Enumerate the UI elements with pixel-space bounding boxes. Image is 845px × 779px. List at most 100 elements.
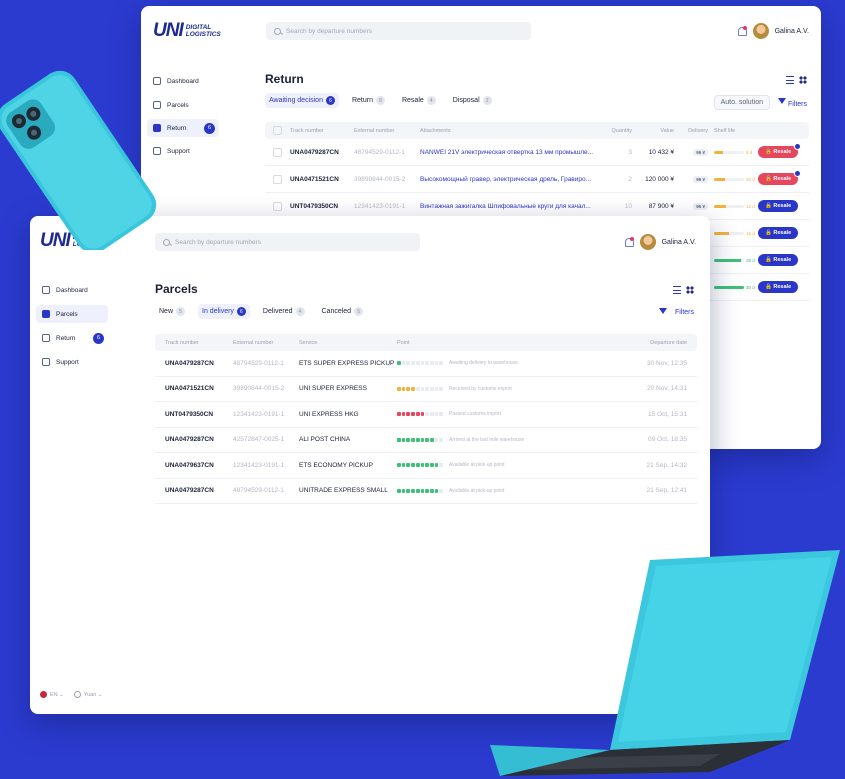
- tab-count: 6: [236, 307, 246, 316]
- user-menu[interactable]: Galina A.V.: [737, 23, 809, 39]
- view-toggle[interactable]: [673, 286, 694, 294]
- external-number: 42572847-0025-1: [233, 436, 285, 444]
- table-row[interactable]: UNA0479287CN 48794529-0112-1 UNITRADE EXPR…: [155, 479, 697, 504]
- resale-button[interactable]: 🔒 Resale: [758, 227, 799, 239]
- track-number[interactable]: UNA0471521CN: [165, 385, 233, 392]
- shelf-life: 12 d: [708, 204, 758, 209]
- track-number[interactable]: UNA0479287CN: [165, 436, 233, 443]
- tab-in-delivery[interactable]: In delivery 6: [198, 304, 250, 319]
- search-input[interactable]: Search by departure numbers: [155, 233, 420, 251]
- list-view-icon[interactable]: [786, 76, 794, 84]
- track-number[interactable]: UNA0479287CN: [165, 360, 233, 367]
- sidebar-item-dashboard[interactable]: Dashboard: [36, 281, 108, 299]
- phone-illustration: [0, 70, 157, 250]
- page-title: Return: [265, 72, 304, 86]
- return-icon: [42, 334, 50, 342]
- delivery-cost: 95 ¥: [693, 202, 708, 210]
- tab-canceled[interactable]: Canceled 5: [318, 304, 368, 319]
- quantity: 10: [624, 202, 632, 210]
- resale-button[interactable]: 🔒 Resale: [758, 254, 799, 266]
- table-row[interactable]: UNA0479287CN 48794529-0112-1 NANWEI 21V эл…: [265, 139, 809, 166]
- track-number[interactable]: UNA0479287CN: [165, 487, 233, 494]
- table-row[interactable]: UNA0471521CN 39890844-0015-2 UNI SUPER EXP…: [155, 377, 697, 402]
- service: UNITRADE EXPRESS SMALL: [299, 487, 388, 495]
- sidebar-item-return[interactable]: Return 6: [36, 329, 108, 347]
- currency-selector[interactable]: Yuan ⌄: [73, 691, 102, 698]
- track-number[interactable]: UNA0479637CN: [165, 462, 233, 469]
- grid-view-icon[interactable]: [799, 76, 807, 84]
- tab-return[interactable]: Return 8: [348, 93, 389, 108]
- tab-resale[interactable]: Resale 4: [398, 93, 440, 108]
- table-row[interactable]: UNA0479287CN 48794529-0112-1 ETS SUPER EXP…: [155, 351, 697, 377]
- track-number[interactable]: UNT0479350CN: [165, 411, 233, 418]
- table-row[interactable]: UNA0471521CN 39890844-0015-2 Высокомощный …: [265, 166, 809, 193]
- select-all-checkbox[interactable]: [273, 126, 282, 135]
- point-status: Passed customs import: [397, 411, 597, 417]
- attachments[interactable]: Винтажная зажигалка Шлифовальные круги д…: [420, 203, 602, 210]
- table-header: Track number External number Service Poi…: [155, 334, 697, 351]
- sidebar-item-support[interactable]: Support: [36, 353, 108, 371]
- track-number[interactable]: UNA0471521CN: [290, 176, 354, 183]
- row-checkbox[interactable]: [273, 174, 282, 184]
- external-number: 39890844-0015-2: [233, 385, 285, 393]
- notification-icon[interactable]: [624, 237, 634, 247]
- tab-label: Canceled: [321, 308, 352, 315]
- row-checkbox[interactable]: [273, 201, 282, 211]
- tab-count: 4: [295, 307, 305, 316]
- language-selector[interactable]: EN ⌄: [40, 691, 64, 698]
- service: ETS ECONOMY PICKUP: [299, 461, 373, 469]
- attachments[interactable]: Высокомощный гравер, электрическая дрель…: [420, 176, 602, 183]
- row-checkbox[interactable]: [273, 147, 282, 157]
- notification-dot: [794, 170, 802, 177]
- quantity: 3: [628, 148, 632, 156]
- logo[interactable]: UNI DIGITALLOGISTICS: [153, 20, 221, 42]
- table-row[interactable]: UNA0479287CN 42572847-0025-1 ALI POST CHIN…: [155, 428, 697, 453]
- filters-button[interactable]: Filters: [777, 97, 807, 108]
- quantity: 2: [628, 175, 632, 183]
- progress-bar: [397, 386, 444, 391]
- table-header: Track number External number Attachments…: [265, 122, 809, 139]
- shelf-life: 15 d: [708, 231, 758, 236]
- external-number: 48794529-0112-1: [233, 487, 284, 495]
- grid-view-icon[interactable]: [686, 286, 694, 294]
- resale-button[interactable]: 🔒 Resale: [758, 170, 802, 185]
- filters-label: Filters: [787, 100, 807, 108]
- tab-disposal[interactable]: Disposal 2: [449, 93, 496, 108]
- sidebar-item-parcels[interactable]: Parcels: [36, 305, 108, 323]
- parcels-tabs: New 5 In delivery 6 Delivered 4 Canceled…: [155, 304, 367, 319]
- service: ALI POST CHINA: [299, 436, 351, 444]
- table-row[interactable]: UNA0479637CN 12341423-0191-1 ETS ECONOMY P…: [155, 453, 697, 479]
- departure-date: 15 Oct, 15:31: [647, 410, 687, 418]
- avatar[interactable]: [752, 23, 769, 39]
- resale-button[interactable]: 🔒 Resale: [758, 281, 799, 293]
- tab-delivered[interactable]: Delivered 4: [259, 304, 309, 319]
- notification-icon[interactable]: [737, 26, 747, 36]
- departure-date: 09 Oct, 18:35: [647, 436, 687, 444]
- tab-count: 2: [482, 96, 492, 105]
- view-toggle[interactable]: [786, 76, 807, 84]
- page-title: Parcels: [155, 282, 198, 296]
- tab-new[interactable]: New 5: [155, 304, 189, 319]
- laptop-illustration: [490, 550, 840, 776]
- avatar[interactable]: [639, 234, 656, 250]
- attachments[interactable]: NANWEI 21V электрическая отвертка 13 мм …: [420, 149, 602, 156]
- return-count-badge: 6: [204, 122, 215, 134]
- sidebar-item-label: Parcels: [56, 310, 78, 318]
- column-header: External number: [233, 339, 274, 346]
- top-bar: UNI DIGITALLOGISTICS Search by departure…: [141, 6, 821, 56]
- point-status: Awaiting delivery to warehouse: [397, 360, 597, 366]
- parcels-table: Track number External number Service Poi…: [155, 334, 697, 504]
- track-number[interactable]: UNT0479350CN: [290, 203, 354, 210]
- resale-button[interactable]: 🔒 Resale: [758, 143, 802, 158]
- resale-button[interactable]: 🔒 Resale: [758, 200, 799, 212]
- tab-awaiting-decision[interactable]: Awaiting decision 6: [265, 93, 339, 108]
- track-number[interactable]: UNA0479287CN: [290, 149, 354, 156]
- list-view-icon[interactable]: [673, 286, 681, 294]
- user-menu[interactable]: Galina A.V.: [624, 234, 696, 250]
- auto-solution-button[interactable]: Auto. solution: [713, 95, 770, 110]
- return-count-badge: 6: [93, 332, 104, 344]
- filters-button[interactable]: Filters: [658, 308, 694, 316]
- table-row[interactable]: UNT0479350CN 12341423-0191-1 UNI EXPRESS H…: [155, 402, 697, 428]
- search-icon: [274, 27, 281, 35]
- search-input[interactable]: Search by departure numbers: [266, 22, 531, 40]
